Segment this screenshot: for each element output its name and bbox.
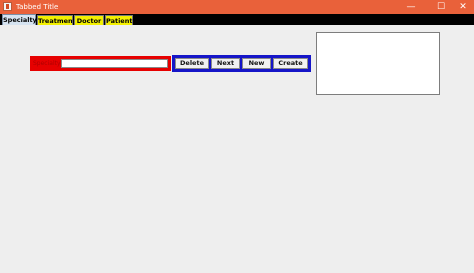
next-button[interactable]: Next xyxy=(211,58,240,69)
tab-specialty[interactable]: Specialty xyxy=(2,14,37,25)
specialty-field-label: Specialty xyxy=(33,60,61,67)
specialty-field-panel: Specialty xyxy=(30,56,171,71)
close-icon[interactable]: ✕ xyxy=(452,0,474,14)
new-button[interactable]: New xyxy=(242,58,271,69)
create-button[interactable]: Create xyxy=(273,58,308,69)
output-area xyxy=(316,32,440,95)
title-bar: Tabbed Title — ☐ ✕ xyxy=(0,0,474,14)
java-app-icon xyxy=(3,2,12,11)
minimize-icon[interactable]: — xyxy=(400,0,422,14)
tab-doctor[interactable]: Doctor xyxy=(74,15,104,25)
window-title: Tabbed Title xyxy=(16,3,59,11)
maximize-icon[interactable]: ☐ xyxy=(430,0,452,14)
action-button-panel: Delete Next New Create xyxy=(172,55,311,72)
tab-treatment[interactable]: Treatment xyxy=(37,15,76,25)
specialty-input[interactable] xyxy=(61,59,168,68)
tab-patient[interactable]: Patient xyxy=(105,15,133,25)
tab-strip: Specialty Treatment Doctor Patient xyxy=(0,14,474,25)
delete-button[interactable]: Delete xyxy=(175,58,209,69)
